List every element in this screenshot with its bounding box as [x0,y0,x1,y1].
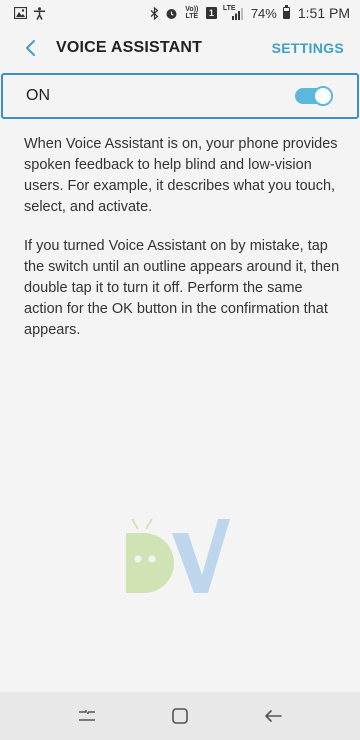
battery-percent: 74% [250,5,277,21]
recents-button[interactable] [65,696,109,736]
clock: 1:51 PM [297,5,350,21]
image-icon [14,7,27,19]
app-bar: VOICE ASSISTANT SETTINGS [0,26,360,70]
description-paragraph-1: When Voice Assistant is on, your phone p… [24,136,338,215]
page-title: VOICE ASSISTANT [56,39,203,56]
back-button[interactable] [16,32,44,64]
volte-icon: Vo)) LTE [185,6,199,20]
recents-icon [78,710,95,721]
bluetooth-icon [150,6,159,20]
chevron-left-icon [26,40,35,56]
alarm-icon [165,7,178,20]
home-icon [172,708,188,724]
voice-assistant-toggle[interactable] [295,86,333,106]
status-right: Vo)) LTE 1 LTE 74% 1:51 PM [150,5,350,21]
watermark-logo [122,515,232,605]
nav-back-button[interactable] [251,696,295,736]
back-arrow-icon [265,710,283,722]
toggle-thumb [313,86,333,106]
navigation-bar [0,692,360,740]
switch-state-label: ON [26,87,50,104]
description: When Voice Assistant is on, your phone p… [24,134,340,359]
lte-label: LTE [222,4,236,12]
accessibility-icon [33,6,46,20]
status-bar: Vo)) LTE 1 LTE 74% 1:51 PM [0,0,360,26]
battery-icon [282,5,290,19]
status-left [14,6,46,20]
master-switch-row[interactable]: ON [1,73,359,119]
sim-icon: 1 [205,7,217,19]
home-button[interactable] [158,696,202,736]
description-paragraph-2: If you turned Voice Assistant on by mist… [24,238,340,338]
lte-signal-icon: LTE [222,4,245,20]
settings-button[interactable]: SETTINGS [268,34,348,62]
